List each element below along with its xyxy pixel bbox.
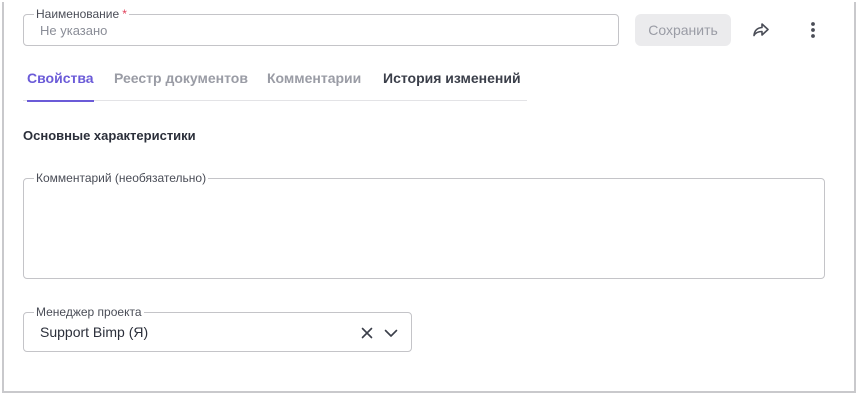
share-icon: [753, 23, 769, 37]
chevron-down-icon[interactable]: [383, 325, 399, 341]
tab-change-history[interactable]: История изменений: [383, 70, 521, 101]
comment-field-label: Комментарий (необязательно): [34, 171, 209, 185]
name-field-label: Наименование *: [34, 7, 129, 21]
comment-textarea[interactable]: Комментарий (необязательно): [23, 171, 825, 279]
name-field-placeholder: Не указано: [40, 23, 108, 38]
required-asterisk: *: [122, 7, 127, 21]
active-tab-indicator: [27, 100, 94, 102]
tab-properties[interactable]: Свойства: [27, 70, 94, 102]
section-title: Основные характеристики: [23, 128, 196, 143]
clear-icon[interactable]: [359, 325, 375, 341]
project-manager-select[interactable]: Менеджер проекта Support Bimp (Я): [23, 305, 412, 352]
tab-document-registry[interactable]: Реестр документов: [114, 70, 248, 101]
tab-comments[interactable]: Комментарии: [267, 70, 361, 101]
more-options-button[interactable]: [797, 14, 829, 46]
more-vertical-icon: [811, 22, 815, 38]
save-button[interactable]: Сохранить: [635, 14, 731, 46]
project-manager-value: Support Bimp (Я): [40, 324, 149, 340]
share-button[interactable]: [745, 14, 777, 46]
project-manager-label: Менеджер проекта: [34, 305, 144, 319]
name-field[interactable]: Наименование * Не указано: [23, 7, 619, 46]
tab-bar: Свойства Реестр документов Комментарии И…: [23, 62, 527, 102]
